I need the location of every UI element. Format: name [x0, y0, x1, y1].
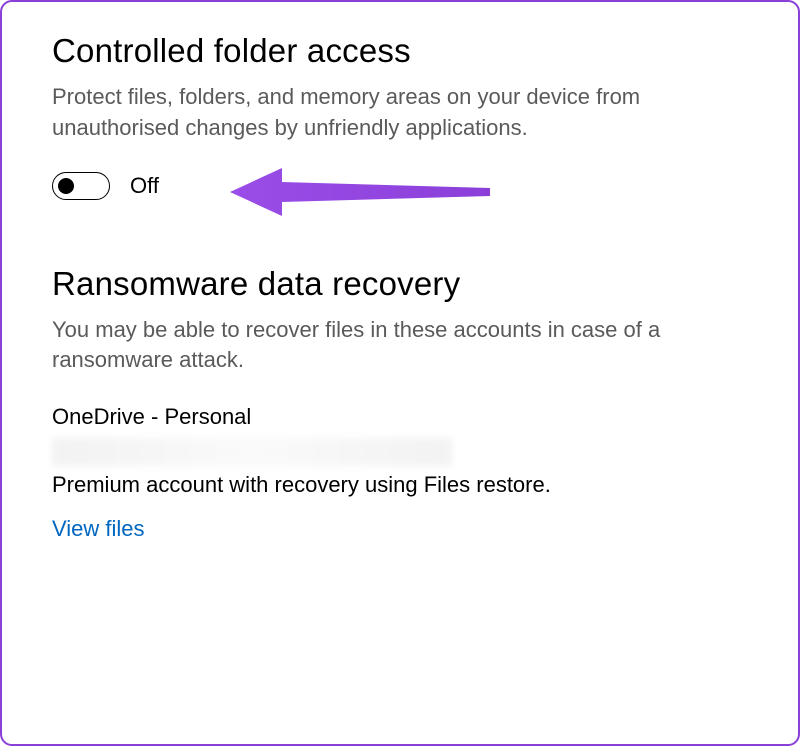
annotation-arrow-icon — [230, 162, 500, 227]
ransomware-recovery-description: You may be able to recover files in thes… — [52, 315, 748, 377]
ransomware-recovery-heading: Ransomware data recovery — [52, 265, 748, 303]
settings-panel: Controlled folder access Protect files, … — [0, 0, 800, 746]
controlled-folder-access-section: Controlled folder access Protect files, … — [52, 32, 748, 200]
controlled-folder-access-toggle[interactable] — [52, 172, 110, 200]
account-email-redacted — [52, 438, 452, 466]
account-name: OneDrive - Personal — [52, 404, 748, 430]
toggle-state-label: Off — [130, 173, 159, 199]
controlled-folder-access-description: Protect files, folders, and memory areas… — [52, 82, 748, 144]
view-files-link[interactable]: View files — [52, 516, 145, 542]
account-description: Premium account with recovery using File… — [52, 472, 748, 498]
toggle-knob-icon — [58, 178, 74, 194]
ransomware-recovery-section: Ransomware data recovery You may be able… — [52, 265, 748, 543]
onedrive-account-block: OneDrive - Personal Premium account with… — [52, 404, 748, 542]
toggle-row: Off — [52, 172, 748, 200]
controlled-folder-access-heading: Controlled folder access — [52, 32, 748, 70]
